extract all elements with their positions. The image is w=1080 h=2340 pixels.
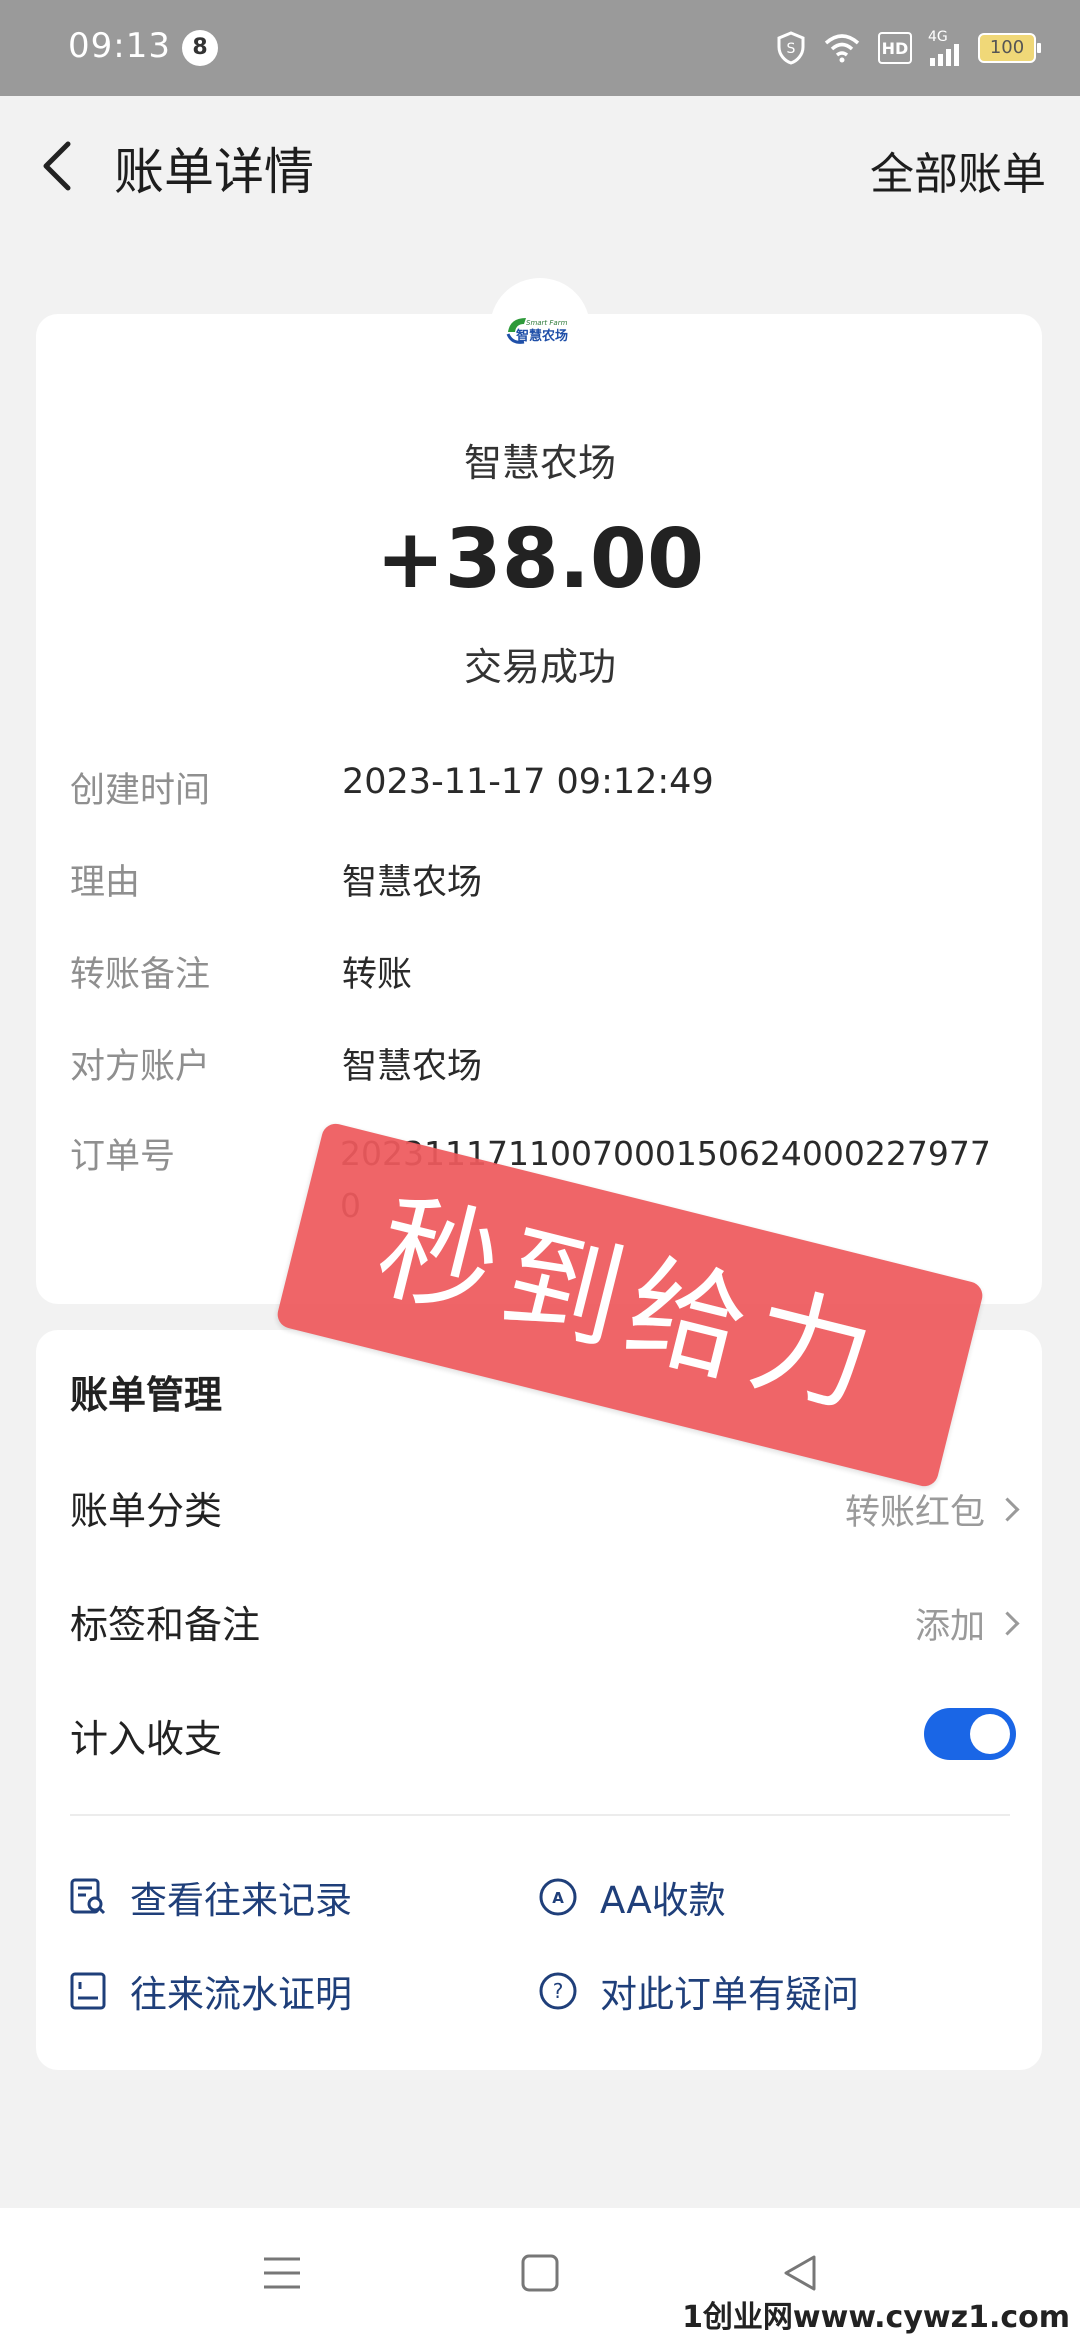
detail-value: 2023-11-17 09:12:49 (342, 762, 714, 802)
detail-label: 理由 (70, 863, 141, 903)
notification-badge: 8 (182, 30, 218, 66)
chevron-right-icon (995, 1611, 1020, 1636)
tags-notes-label: 标签和备注 (70, 1603, 261, 1647)
section-title: 账单管理 (70, 1373, 223, 1417)
include-in-stats-label: 计入收支 (70, 1717, 223, 1761)
detail-label: 创建时间 (70, 771, 211, 811)
detail-label: 订单号 (70, 1137, 176, 1177)
app-header: 账单详情 全部账单 (0, 96, 1080, 244)
svg-text:S: S (787, 41, 796, 57)
system-nav-bar: 1创业网www.cywz1.com (0, 2208, 1080, 2340)
all-bills-link[interactable]: 全部账单 (870, 138, 1046, 202)
square-icon (521, 2254, 559, 2292)
order-question-label: 对此订单有疑问 (600, 1973, 859, 2016)
tags-notes-value-wrap: 添加 (914, 1598, 1020, 1649)
merchant-name: 智慧农场 (463, 441, 616, 485)
watermark: 1创业网www.cywz1.com (682, 2300, 1070, 2335)
statement-icon (68, 1971, 108, 2011)
signal-icon: 4G (928, 30, 962, 66)
aa-icon: A (538, 1877, 578, 1917)
detail-label: 转账备注 (70, 955, 211, 995)
question-icon: ? (538, 1971, 578, 2011)
include-in-stats-row: 计入收支 (70, 1698, 1016, 1768)
detail-value: 智慧农场 (342, 863, 483, 903)
divider (70, 1814, 1010, 1816)
svg-text:?: ? (553, 1979, 564, 2003)
page-title: 账单详情 (114, 143, 314, 201)
detail-row-created: 创建时间 2023-11-17 09:12:49 (70, 762, 1030, 822)
menu-nav-button[interactable] (252, 2248, 312, 2298)
chevron-right-icon (995, 1497, 1020, 1522)
detail-row-account: 对方账户 智慧农场 (70, 1038, 1030, 1098)
tags-notes-row[interactable]: 标签和备注 添加 (70, 1584, 1020, 1654)
merchant-logo: Smart Farm 智慧农场 (506, 318, 568, 344)
bill-category-value: 转账红包 (844, 1493, 985, 1533)
include-in-stats-toggle[interactable] (924, 1708, 1016, 1760)
bill-category-label: 账单分类 (70, 1489, 223, 1533)
wifi-icon (822, 33, 862, 63)
detail-row-reason: 理由 智慧农场 (70, 854, 1030, 914)
logo-text: 智慧农场 (516, 328, 568, 344)
view-records-action[interactable]: 查看往来记录 (68, 1870, 352, 1924)
menu-icon (264, 2257, 300, 2289)
chevron-left-icon (43, 141, 71, 191)
detail-label: 对方账户 (70, 1047, 211, 1087)
home-nav-button[interactable] (510, 2248, 570, 2298)
statement-proof-label: 往来流水证明 (130, 1973, 352, 2016)
back-button[interactable] (30, 136, 90, 196)
detail-value: 智慧农场 (342, 1047, 483, 1087)
svg-text:A: A (552, 1889, 564, 1907)
aa-collect-label: AA收款 (600, 1879, 726, 1922)
detail-row-note: 转账备注 转账 (70, 946, 1030, 1006)
status-icons: S HD 4G 100 (776, 28, 1041, 68)
network-label: 4G (928, 29, 948, 45)
aa-collect-action[interactable]: A AA收款 (538, 1870, 726, 1924)
statement-proof-action[interactable]: 往来流水证明 (68, 1964, 352, 2018)
hd-icon: HD (878, 32, 912, 64)
bill-category-value-wrap: 转账红包 (844, 1484, 1020, 1535)
merchant-avatar: Smart Farm 智慧农场 (490, 278, 590, 378)
tags-notes-value: 添加 (914, 1607, 985, 1647)
back-nav-button[interactable] (770, 2248, 830, 2298)
detail-value: 转账 (342, 955, 413, 995)
transaction-amount: +38.00 (375, 512, 705, 607)
records-icon (68, 1877, 108, 1917)
status-bar: 09:13 8 S HD 4G 100 (0, 0, 1080, 96)
order-question-action[interactable]: ? 对此订单有疑问 (538, 1964, 859, 2018)
bill-category-row[interactable]: 账单分类 转账红包 (70, 1470, 1020, 1540)
battery-icon: 100 (978, 33, 1041, 63)
toggle-knob (970, 1714, 1010, 1754)
status-time: 09:13 (68, 26, 171, 66)
view-records-label: 查看往来记录 (130, 1879, 352, 1922)
transaction-status: 交易成功 (463, 645, 616, 689)
logo-subtext: Smart Farm (526, 319, 568, 327)
triangle-back-icon (784, 2255, 816, 2291)
shield-icon: S (776, 31, 806, 65)
